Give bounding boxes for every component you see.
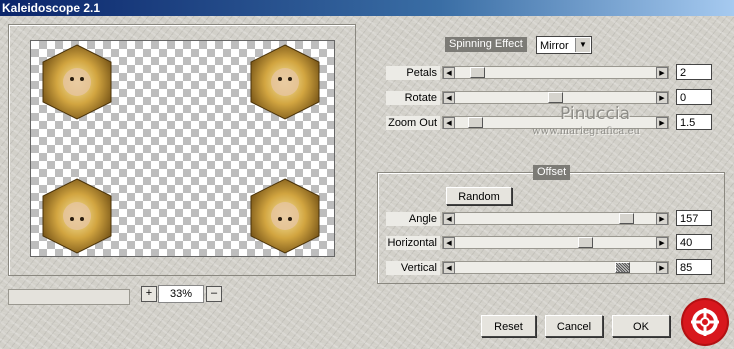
zoom-out-button[interactable]: – [206, 286, 222, 302]
rotate-thumb[interactable] [548, 92, 563, 103]
progress-bar [8, 289, 130, 305]
petals-increase-arrow[interactable]: ▶ [656, 67, 668, 79]
kaleidoscope-tile-top-left [42, 44, 112, 120]
horizontal-thumb[interactable] [578, 237, 593, 248]
kaleidoscope-tile-bottom-left [42, 178, 112, 254]
vertical-thumb[interactable] [615, 262, 630, 273]
vertical-slider[interactable]: ◀ ▶ [442, 261, 669, 274]
horizontal-decrease-arrow[interactable]: ◀ [443, 237, 455, 249]
help-logo-icon[interactable] [683, 300, 727, 344]
zoom-out-decrease-arrow[interactable]: ◀ [443, 117, 455, 129]
kaleidoscope-tile-bottom-right [250, 178, 320, 254]
angle-thumb[interactable] [619, 213, 634, 224]
window-title: Kaleidoscope 2.1 [2, 1, 101, 15]
horizontal-slider[interactable]: ◀ ▶ [442, 236, 669, 249]
petals-decrease-arrow[interactable]: ◀ [443, 67, 455, 79]
angle-value-field[interactable]: 157 [676, 210, 712, 226]
vertical-increase-arrow[interactable]: ▶ [656, 262, 668, 274]
offset-title: Offset [533, 165, 571, 180]
title-bar: Kaleidoscope 2.1 [0, 0, 734, 16]
angle-decrease-arrow[interactable]: ◀ [443, 213, 455, 225]
petals-label: Petals [386, 66, 440, 80]
spinning-effect-value: Mirror [540, 40, 569, 52]
rotate-increase-arrow[interactable]: ▶ [656, 92, 668, 104]
reset-button[interactable]: Reset [481, 315, 536, 337]
petals-value-field[interactable]: 2 [676, 64, 712, 80]
kaleidoscope-tile-top-right [250, 44, 320, 120]
spinning-effect-label: Spinning Effect [445, 37, 527, 52]
chevron-down-icon[interactable]: ▼ [575, 38, 590, 52]
lifebuoy-icon [691, 308, 719, 336]
horizontal-value-field[interactable]: 40 [676, 234, 712, 250]
zoom-level: 33% [158, 285, 204, 303]
zoom-out-label: Zoom Out [386, 116, 440, 130]
preview-canvas[interactable] [30, 40, 335, 257]
zoom-out-increase-arrow[interactable]: ▶ [656, 117, 668, 129]
ok-button[interactable]: OK [612, 315, 670, 337]
cancel-button[interactable]: Cancel [545, 315, 603, 337]
watermark-site: www.mariegrafica.eu [532, 126, 640, 137]
rotate-value-field[interactable]: 0 [676, 89, 712, 105]
vertical-decrease-arrow[interactable]: ◀ [443, 262, 455, 274]
zoom-in-button[interactable]: + [141, 286, 157, 302]
angle-label: Angle [386, 212, 440, 226]
rotate-slider[interactable]: ◀ ▶ [442, 91, 669, 104]
petals-thumb[interactable] [470, 67, 485, 78]
petals-slider[interactable]: ◀ ▶ [442, 66, 669, 79]
rotate-decrease-arrow[interactable]: ◀ [443, 92, 455, 104]
spinning-effect-select[interactable]: Mirror ▼ [536, 36, 592, 54]
vertical-value-field[interactable]: 85 [676, 259, 712, 275]
vertical-label: Vertical [386, 261, 440, 275]
zoom-out-value-field[interactable]: 1.5 [676, 114, 712, 130]
watermark-name: Pinuccia [560, 104, 630, 124]
angle-increase-arrow[interactable]: ▶ [656, 213, 668, 225]
random-button[interactable]: Random [446, 187, 512, 205]
zoom-out-thumb[interactable] [468, 117, 483, 128]
horizontal-label: Horizontal [386, 236, 440, 250]
horizontal-increase-arrow[interactable]: ▶ [656, 237, 668, 249]
rotate-label: Rotate [386, 91, 440, 105]
angle-slider[interactable]: ◀ ▶ [442, 212, 669, 225]
